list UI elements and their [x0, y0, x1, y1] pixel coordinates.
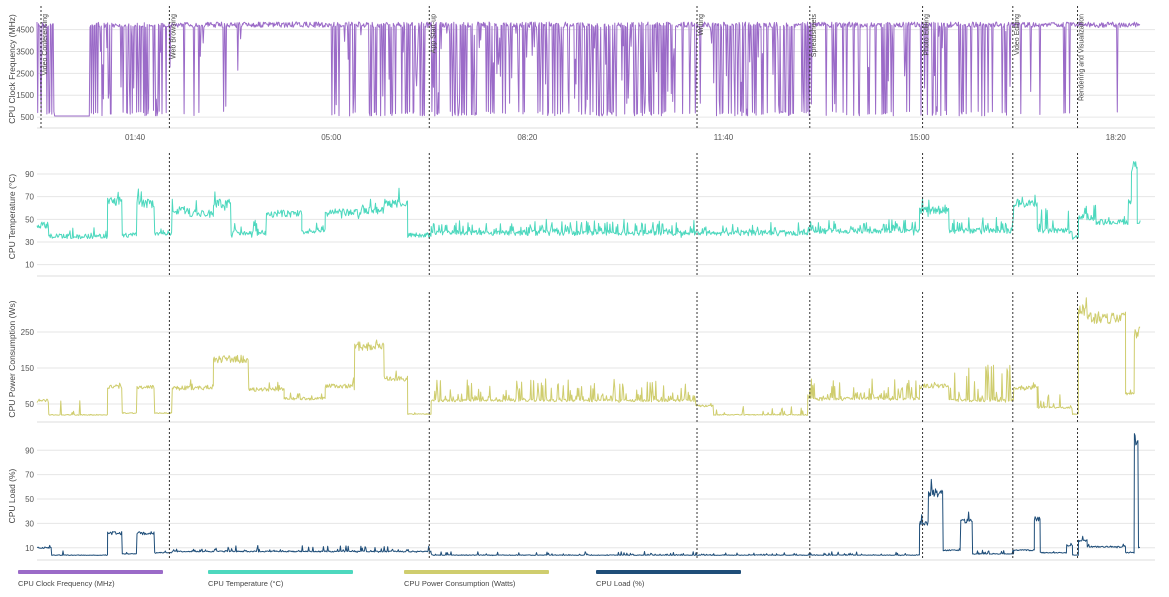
y-tick-label: 500 — [21, 113, 35, 122]
y-tick-label: 70 — [25, 193, 34, 202]
y-tick-label: 10 — [25, 544, 34, 553]
x-tick-label: 01:40 — [125, 133, 146, 142]
y-axis-label-temperature: CPU Temperature (°C) — [7, 174, 17, 260]
segment-label: Video Editing — [1014, 14, 1021, 55]
legend-item-frequency[interactable]: CPU Clock Frequency (MHz) — [18, 570, 168, 588]
y-tick-label: 2500 — [16, 69, 34, 78]
legend-label-temperature: CPU Temperature (°C) — [208, 579, 284, 588]
legend-label-load: CPU Load (%) — [596, 579, 645, 588]
legend-label-frequency: CPU Clock Frequency (MHz) — [18, 579, 115, 588]
y-tick-label: 30 — [25, 238, 34, 247]
legend-swatch-frequency — [18, 570, 163, 574]
y-tick-label: 10 — [25, 261, 34, 270]
x-tick-label: 11:40 — [714, 133, 734, 142]
segment-label: Writing — [698, 14, 705, 36]
y-axis-label-power: CPU Power Consumption (Ws) — [7, 300, 17, 417]
series-line-load — [36, 433, 1141, 557]
series-line-temperature — [36, 161, 1141, 240]
legend-item-temperature[interactable]: CPU Temperature (°C) — [208, 570, 358, 588]
y-tick-label: 90 — [25, 446, 34, 455]
legend: CPU Clock Frequency (MHz) CPU Temperatur… — [0, 570, 1169, 597]
legend-item-power[interactable]: CPU Power Consumption (Watts) — [404, 570, 554, 588]
x-tick-label: 08:20 — [517, 133, 538, 142]
series-line-frequency — [36, 21, 1141, 117]
y-tick-label: 50 — [25, 215, 34, 224]
segment-label: App Start-up — [430, 14, 437, 53]
segment-label: Video Conferencing — [42, 14, 49, 75]
y-tick-label: 70 — [25, 471, 34, 480]
y-tick-label: 3500 — [16, 48, 34, 57]
segment-label: Web Browsing — [170, 14, 177, 59]
y-tick-label: 4500 — [16, 26, 34, 35]
y-tick-label: 50 — [25, 400, 34, 409]
legend-label-power: CPU Power Consumption (Watts) — [404, 579, 516, 588]
legend-swatch-load — [596, 570, 741, 574]
legend-swatch-power — [404, 570, 549, 574]
segment-label: Rendering and Visualization — [1079, 14, 1086, 101]
segment-label: Spreadsheets — [811, 14, 818, 58]
y-tick-label: 1500 — [16, 91, 34, 100]
y-axis-label-load: CPU Load (%) — [7, 468, 17, 523]
series-line-power — [36, 297, 1141, 416]
cpu-monitoring-chart: 500 1500 2500 3500 4500CPU Clock Frequency (… — [7, 6, 1155, 561]
y-tick-label: 50 — [25, 495, 34, 504]
legend-swatch-temperature — [208, 570, 353, 574]
y-tick-label: 90 — [25, 170, 34, 179]
x-tick-label: 05:00 — [321, 133, 342, 142]
y-axis-label-frequency: CPU Clock Frequency (MHz) — [7, 14, 17, 124]
y-tick-label: 30 — [25, 519, 34, 528]
y-tick-label: 250 — [21, 328, 35, 337]
y-tick-label: 150 — [21, 364, 35, 373]
x-tick-label: 18:20 — [1106, 133, 1127, 142]
segment-label: Photo Editing — [924, 14, 931, 56]
x-tick-label: 15:00 — [910, 133, 931, 142]
legend-item-load[interactable]: CPU Load (%) — [596, 570, 746, 588]
